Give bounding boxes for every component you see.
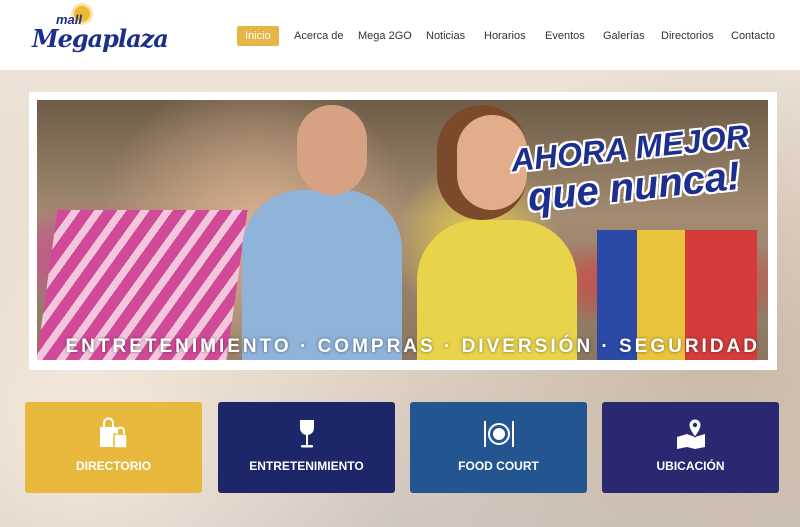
plate-cutlery-icon — [483, 421, 514, 447]
card-food-court[interactable]: FOOD COURT — [410, 402, 587, 493]
hero-banner[interactable]: AHORA MEJOR que nunca! ENTRETENIMIENTO ·… — [37, 100, 768, 360]
wine-glass-icon — [299, 420, 314, 448]
main-nav: Inicio Acerca de Mega 2GO Noticias Horar… — [0, 26, 800, 46]
nav-mega-2go[interactable]: Mega 2GO — [358, 26, 412, 46]
nav-noticias[interactable]: Noticias — [426, 26, 465, 46]
card-ubicacion[interactable]: UBICACIÓN — [602, 402, 779, 493]
card-label: UBICACIÓN — [656, 459, 725, 473]
header: mall Megaplaza Inicio Acerca de Mega 2GO… — [0, 0, 800, 70]
banner-headline: AHORA MEJOR que nunca! — [504, 117, 761, 220]
banner-tagline: ENTRETENIMIENTO · COMPRAS · DIVERSIÓN · … — [65, 336, 760, 357]
card-label: FOOD COURT — [458, 459, 539, 473]
man-image — [242, 190, 402, 360]
card-label: ENTRETENIMIENTO — [249, 459, 364, 473]
nav-horarios[interactable]: Horarios — [484, 26, 526, 46]
nav-galerias[interactable]: Galerías — [603, 26, 645, 46]
card-entretenimiento[interactable]: ENTRETENIMIENTO — [218, 402, 395, 493]
nav-directorios[interactable]: Directorios — [661, 26, 714, 46]
map-pin-icon — [676, 418, 705, 449]
man-head-image — [297, 105, 367, 195]
card-label: DIRECTORIO — [75, 459, 152, 473]
card-directorio[interactable]: DIRECTORIO — [25, 402, 202, 493]
shopping-bags-icon — [99, 417, 128, 449]
nav-inicio[interactable]: Inicio — [237, 26, 279, 46]
nav-acerca-de[interactable]: Acerca de — [294, 26, 344, 46]
nav-eventos[interactable]: Eventos — [545, 26, 585, 46]
nav-contacto[interactable]: Contacto — [731, 26, 775, 46]
